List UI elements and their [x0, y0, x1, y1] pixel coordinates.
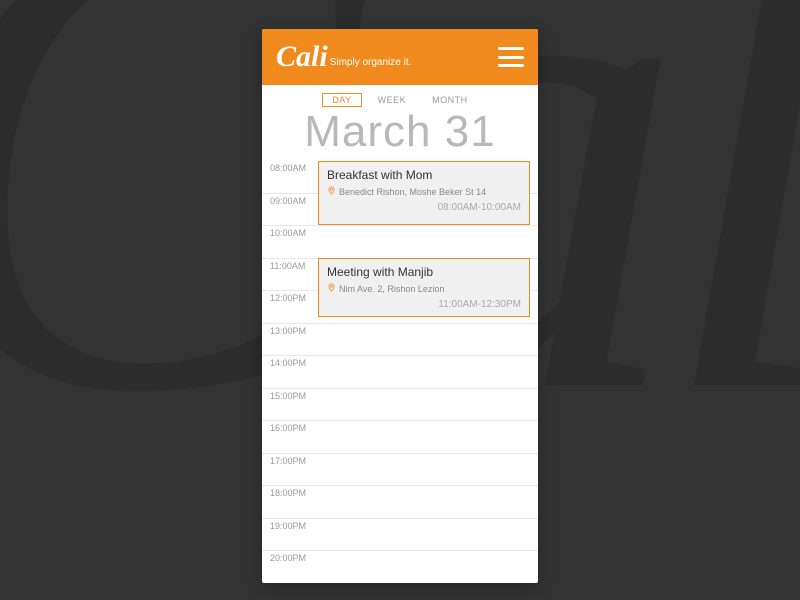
- hour-label: 19:00PM: [270, 519, 306, 531]
- hour-label: 14:00PM: [270, 356, 306, 368]
- event-time: 11:00AM-12:30PM: [438, 299, 521, 310]
- event-location: Benedict Rishon, Moshe Beker St 14: [327, 185, 521, 198]
- hour-row: 19:00PM: [262, 519, 538, 552]
- tab-week[interactable]: WEEK: [368, 93, 417, 107]
- hour-row: 10:00AM: [262, 226, 538, 259]
- event-location-text: Nim Ave. 2, Rishon Lezion: [339, 284, 444, 294]
- tab-month[interactable]: MONTH: [422, 93, 478, 107]
- hour-label: 16:00PM: [270, 421, 306, 433]
- schedule-area[interactable]: 08:00AM 09:00AM 10:00AM 11:00AM 12:00PM 13:00…: [262, 161, 538, 583]
- hour-row: 16:00PM: [262, 421, 538, 454]
- hour-row: 14:00PM: [262, 356, 538, 389]
- hour-label: 18:00PM: [270, 486, 306, 498]
- tab-day[interactable]: DAY: [322, 93, 361, 107]
- event-card[interactable]: Breakfast with Mom Benedict Rishon, Moshe…: [318, 161, 530, 225]
- hour-label: 15:00PM: [270, 389, 306, 401]
- hour-label: 17:00PM: [270, 454, 306, 466]
- event-title: Meeting with Manjib: [327, 265, 521, 279]
- app-frame: Cali Simply organize it. DAY WEEK MONTH Ma…: [262, 29, 538, 583]
- event-card[interactable]: Meeting with Manjib Nim Ave. 2, Rishon Le…: [318, 258, 530, 317]
- location-pin-icon: [327, 282, 336, 295]
- hour-label: 13:00PM: [270, 324, 306, 336]
- hour-row: 13:00PM: [262, 324, 538, 357]
- header: Cali Simply organize it.: [262, 29, 538, 85]
- hour-row: 20:00PM: [262, 551, 538, 583]
- hour-label: 10:00AM: [270, 226, 306, 238]
- event-location: Nim Ave. 2, Rishon Lezion: [327, 282, 521, 295]
- app-tagline: Simply organize it.: [330, 57, 412, 68]
- hour-row: 17:00PM: [262, 454, 538, 487]
- event-location-text: Benedict Rishon, Moshe Beker St 14: [339, 187, 486, 197]
- date-title: March 31: [262, 107, 538, 157]
- hour-label: 08:00AM: [270, 161, 306, 173]
- location-pin-icon: [327, 185, 336, 198]
- app-logo: Cali: [276, 40, 328, 74]
- hour-label: 11:00AM: [270, 259, 305, 271]
- event-time: 08:00AM-10:00AM: [438, 202, 521, 213]
- hour-label: 09:00AM: [270, 194, 306, 206]
- event-title: Breakfast with Mom: [327, 168, 521, 182]
- hour-label: 12:00PM: [270, 291, 306, 303]
- view-tabs: DAY WEEK MONTH: [262, 85, 538, 109]
- hour-row: 15:00PM: [262, 389, 538, 422]
- hour-label: 20:00PM: [270, 551, 306, 563]
- hour-row: 18:00PM: [262, 486, 538, 519]
- hamburger-menu-icon[interactable]: [498, 47, 524, 67]
